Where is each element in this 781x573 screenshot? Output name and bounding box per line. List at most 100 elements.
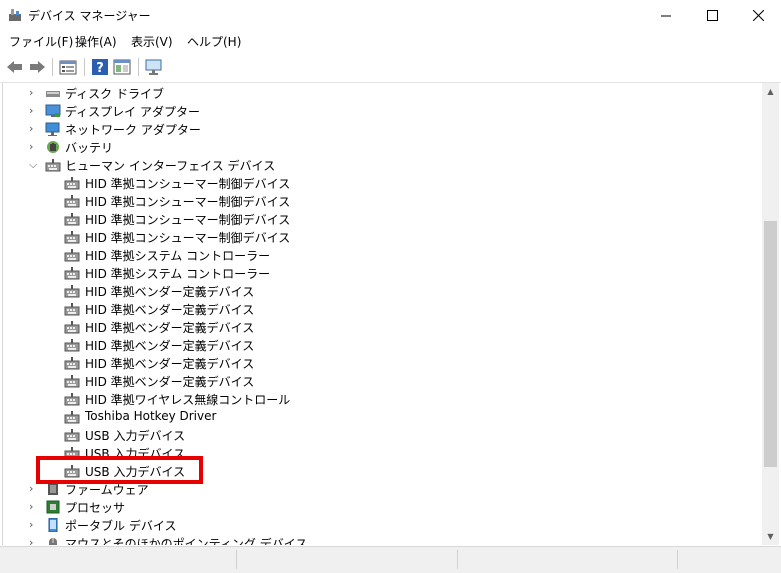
- hid-icon: [64, 231, 80, 244]
- hid-icon: [64, 411, 80, 424]
- tree-item-label: Toshiba Hotkey Driver: [85, 409, 217, 423]
- tree-device-item[interactable]: USB 入力デバイス: [3, 426, 763, 444]
- svg-text:?: ?: [96, 61, 104, 76]
- menu-file[interactable]: ファイル(F): [9, 33, 73, 50]
- hid-icon: [64, 375, 80, 388]
- menu-view[interactable]: 表示(V): [131, 33, 173, 50]
- collapse-chevron-icon[interactable]: ⌵: [29, 159, 39, 171]
- expand-chevron-icon[interactable]: ›: [29, 537, 39, 546]
- toolbar-separator: [84, 58, 85, 76]
- tree-device-item[interactable]: HID 準拠ベンダー定義デバイス: [3, 336, 763, 354]
- mouse-icon: [49, 538, 57, 545]
- expand-chevron-icon[interactable]: ›: [29, 123, 39, 135]
- hid-icon: [64, 213, 80, 226]
- tree-item-label: HID 準拠ベンダー定義デバイス: [85, 285, 255, 299]
- maximize-icon: [706, 9, 718, 21]
- tree-item-label: HID 準拠コンシューマー制御デバイス: [85, 195, 291, 209]
- close-button[interactable]: [735, 0, 781, 30]
- highlight-box: [36, 456, 203, 484]
- scan-hardware-icon[interactable]: [144, 57, 164, 77]
- scroll-down-icon[interactable]: ▼: [762, 528, 779, 545]
- expand-chevron-icon[interactable]: ›: [29, 141, 39, 153]
- tree-category[interactable]: › プロセッサ: [3, 498, 763, 516]
- tree-category[interactable]: › ディスク ドライブ: [3, 84, 763, 102]
- tree-category[interactable]: › ネットワーク アダプター: [3, 120, 763, 138]
- hid-icon: [64, 321, 80, 334]
- tree-item-label: HID 準拠ベンダー定義デバイス: [85, 357, 255, 371]
- close-icon: [752, 9, 764, 21]
- tree-item-label: マウスとそのほかのポインティング デバイス: [65, 537, 308, 545]
- window-title: デバイス マネージャー: [28, 9, 151, 23]
- menu-help[interactable]: ヘルプ(H): [187, 33, 241, 50]
- toolbar-separator: [52, 58, 53, 76]
- tree-device-item[interactable]: HID 準拠コンシューマー制御デバイス: [3, 174, 763, 192]
- tree-item-label: HID 準拠コンシューマー制御デバイス: [85, 231, 291, 245]
- tree-device-item[interactable]: HID 準拠システム コントローラー: [3, 246, 763, 264]
- hid-icon: [64, 267, 80, 280]
- menu-action[interactable]: 操作(A): [75, 33, 117, 50]
- scroll-up-icon[interactable]: ▲: [762, 83, 779, 100]
- back-arrow-icon[interactable]: [5, 57, 25, 77]
- expand-chevron-icon[interactable]: ›: [29, 501, 39, 513]
- tree-item-label: HID 準拠ベンダー定義デバイス: [85, 375, 255, 389]
- vertical-scrollbar[interactable]: ▲ ▼: [762, 83, 779, 545]
- tree-device-item[interactable]: HID 準拠ベンダー定義デバイス: [3, 318, 763, 336]
- tree-item-label: USB 入力デバイス: [85, 429, 186, 443]
- tree-item-label: HID 準拠システム コントローラー: [85, 249, 271, 263]
- tree-device-item[interactable]: HID 準拠コンシューマー制御デバイス: [3, 210, 763, 228]
- tree-device-item[interactable]: HID 準拠ワイヤレス無線コントロール: [3, 390, 763, 408]
- battery-icon: [47, 141, 59, 153]
- tree-category[interactable]: › マウスとそのほかのポインティング デバイス: [3, 534, 763, 545]
- expand-chevron-icon[interactable]: ›: [29, 483, 39, 495]
- minimize-button[interactable]: [643, 0, 689, 30]
- processor-icon: [46, 500, 60, 514]
- forward-arrow-icon[interactable]: [27, 57, 47, 77]
- tree-item-label: プロセッサ: [65, 501, 126, 515]
- network-adapter-icon: [45, 122, 60, 136]
- hid-icon: [64, 393, 80, 406]
- tree-category[interactable]: › バッテリ: [3, 138, 763, 156]
- maximize-button[interactable]: [689, 0, 735, 30]
- tree-device-item[interactable]: HID 準拠コンシューマー制御デバイス: [3, 228, 763, 246]
- tree-device-item[interactable]: HID 準拠ベンダー定義デバイス: [3, 300, 763, 318]
- properties-icon[interactable]: [58, 57, 78, 77]
- expand-chevron-icon[interactable]: ›: [29, 105, 39, 117]
- tree-device-item[interactable]: HID 準拠コンシューマー制御デバイス: [3, 192, 763, 210]
- status-segment: [236, 550, 237, 569]
- hid-icon: [64, 285, 80, 298]
- menu-bar: ファイル(F) 操作(A) 表示(V) ヘルプ(H): [0, 30, 781, 52]
- expand-chevron-icon[interactable]: ›: [29, 519, 39, 531]
- view-pane-icon[interactable]: [112, 57, 132, 77]
- tree-item-label: ヒューマン インターフェイス デバイス: [65, 159, 276, 173]
- tree-item-label: HID 準拠システム コントローラー: [85, 267, 271, 281]
- toolbar-separator: [138, 58, 139, 76]
- help-icon[interactable]: ?: [90, 57, 110, 77]
- scrollbar-thumb[interactable]: [764, 221, 777, 467]
- title-bar: デバイス マネージャー: [0, 0, 781, 30]
- tree-device-item[interactable]: HID 準拠システム コントローラー: [3, 264, 763, 282]
- expand-chevron-icon[interactable]: ›: [29, 87, 39, 99]
- tree-device-item[interactable]: Toshiba Hotkey Driver: [3, 408, 763, 426]
- tree-category[interactable]: › ディスプレイ アダプター: [3, 102, 763, 120]
- hid-icon: [64, 195, 80, 208]
- status-bar: [0, 546, 781, 573]
- hid-icon: [64, 177, 80, 190]
- hid-icon: [45, 159, 61, 172]
- tree-category[interactable]: › ポータブル デバイス: [3, 516, 763, 534]
- hid-icon: [64, 339, 80, 352]
- tree-item-label: バッテリ: [65, 141, 114, 155]
- device-manager-app-icon: [9, 9, 21, 21]
- hid-icon: [64, 357, 80, 370]
- tree-item-label: HID 準拠コンシューマー制御デバイス: [85, 177, 291, 191]
- minimize-icon: [660, 15, 671, 16]
- tree-category-expanded[interactable]: ⌵ ヒューマン インターフェイス デバイス: [3, 156, 763, 174]
- tree-device-item[interactable]: HID 準拠ベンダー定義デバイス: [3, 354, 763, 372]
- tree-device-item[interactable]: HID 準拠ベンダー定義デバイス: [3, 282, 763, 300]
- tree-item-label: ポータブル デバイス: [65, 519, 177, 533]
- tree-item-label: HID 準拠ベンダー定義デバイス: [85, 339, 255, 353]
- tree-item-label: HID 準拠ベンダー定義デバイス: [85, 303, 255, 317]
- tree-device-item[interactable]: HID 準拠ベンダー定義デバイス: [3, 372, 763, 390]
- hid-icon: [64, 249, 80, 262]
- portable-device-icon: [48, 518, 58, 532]
- display-adapter-icon: [45, 104, 61, 117]
